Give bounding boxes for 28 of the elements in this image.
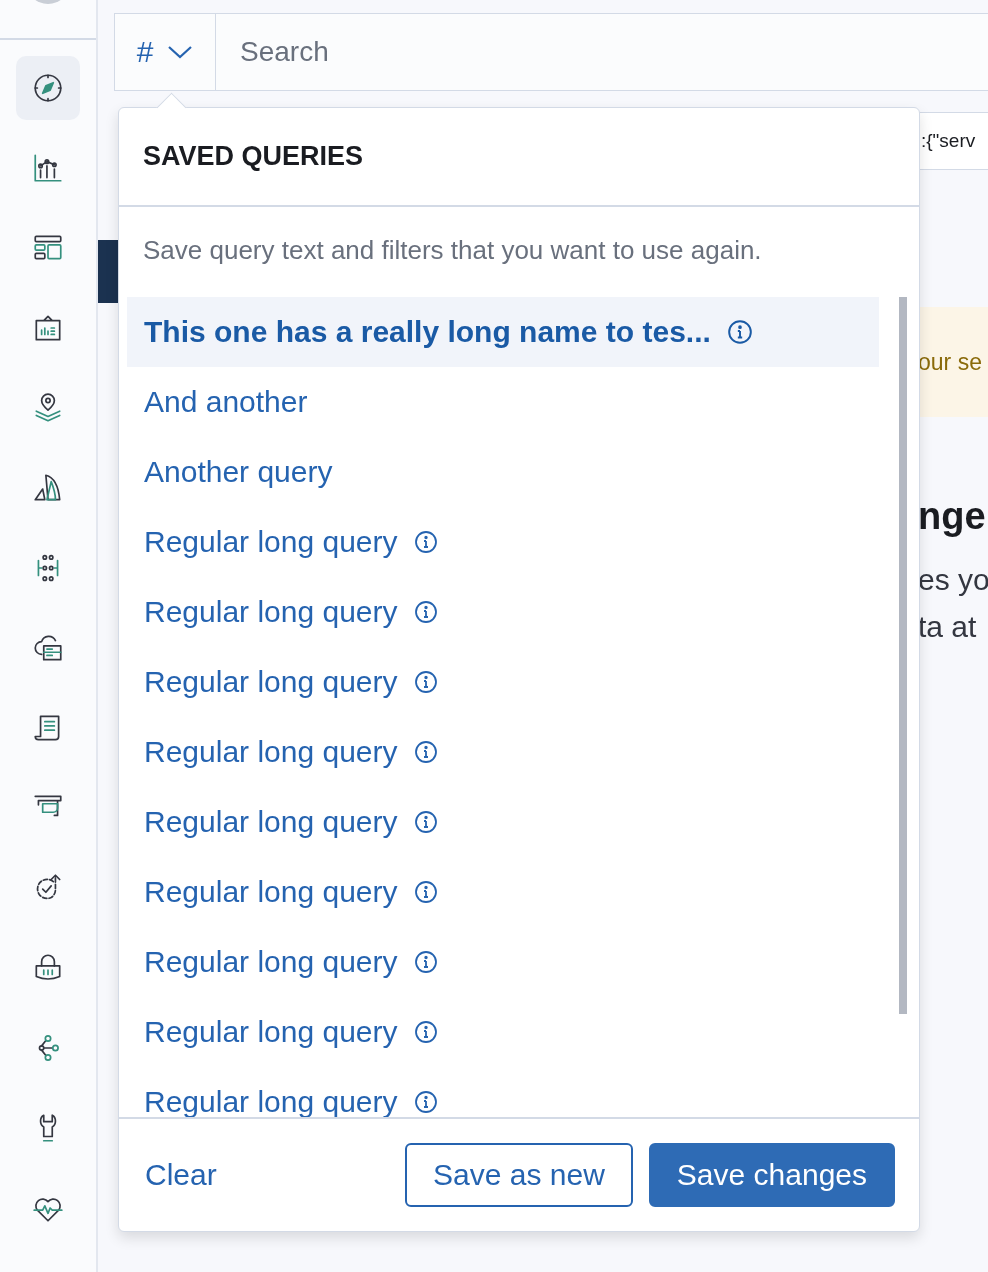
chevron-down-icon [167, 44, 194, 60]
heading: nge [918, 495, 987, 538]
compass-icon [31, 71, 65, 105]
saved-query-item[interactable]: Regular long query [127, 507, 879, 577]
saved-query-item[interactable]: Regular long query [127, 717, 879, 787]
saved-query-item[interactable]: Regular long query [127, 997, 879, 1067]
popover-title: SAVED QUERIES [143, 141, 364, 172]
popover-description: Save query text and filters that you want to use again. [143, 235, 762, 265]
search-field[interactable]: Search [216, 13, 988, 91]
save-as-new-button[interactable]: Save as new [405, 1143, 633, 1207]
save-changes-button[interactable]: Save changes [648, 1143, 895, 1207]
saved-query-item[interactable]: Regular long query [127, 857, 879, 927]
saved-query-item[interactable]: Regular long query [127, 577, 879, 647]
saved-query-item[interactable]: Regular long query [127, 647, 879, 717]
saved-query-item[interactable]: And another [127, 367, 879, 437]
saved-query-item[interactable]: Regular long query [127, 787, 879, 857]
line-chart-icon [31, 151, 65, 185]
saved-query-item[interactable]: Regular long query [127, 927, 879, 997]
body-text: es yo ta at [918, 562, 988, 645]
saved-query-item[interactable]: Another query [127, 437, 879, 507]
query-snippet: :{"serv [918, 112, 988, 170]
dark-panel [98, 240, 118, 303]
saved-query-item[interactable]: This one has a really long name to tes... [127, 297, 879, 367]
callout: our se [918, 307, 988, 417]
nav-button[interactable] [16, 56, 80, 120]
scrollbar[interactable] [899, 297, 907, 1014]
clear-link[interactable]: Clear [145, 1158, 217, 1192]
saved-query-button[interactable]: # [114, 13, 216, 91]
